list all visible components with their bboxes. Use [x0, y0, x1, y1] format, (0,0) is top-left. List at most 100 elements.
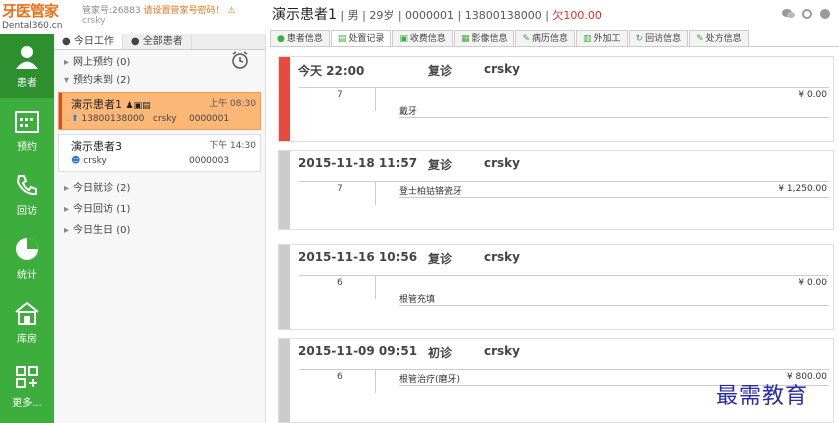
tab-outsource[interactable]: ▥ 外加工	[576, 30, 628, 46]
user-icon: ●	[277, 34, 285, 44]
tooth-chart-divider	[375, 87, 376, 111]
nav-item-appointments[interactable]: 预约	[0, 98, 54, 162]
card-time: 上午 08:30	[209, 99, 256, 109]
treatment-price: ¥ 0.00	[798, 90, 827, 100]
record-header: 2015-11-18 11:57 复诊 crsky	[298, 156, 520, 172]
gear-icon[interactable]	[801, 8, 813, 20]
card-code: 0000001	[189, 114, 230, 124]
tab-treatment-records[interactable]: ▤ 处置记录	[330, 30, 392, 46]
record-status-bar	[279, 339, 290, 422]
divider	[299, 181, 829, 182]
record-header: 2015-11-16 10:56 复诊 crsky	[298, 250, 520, 266]
card-highlight	[59, 93, 62, 129]
record-status-bar	[279, 57, 290, 141]
record-status-bar	[279, 245, 290, 329]
tab-image-info[interactable]: ▦ 影像信息	[453, 30, 515, 46]
record-type: 初诊	[428, 346, 453, 360]
brand-url: Dental360.cn	[2, 21, 63, 31]
chevron-right-icon: ▸	[64, 204, 70, 215]
divider	[399, 197, 829, 198]
tab-all-patients[interactable]: ● 全部患者	[123, 34, 192, 49]
record-doctor: crsky	[484, 62, 520, 76]
top-icons	[781, 8, 831, 20]
record-card[interactable]: 2015-11-18 11:57 复诊 crsky 7 登士柏钴铬瓷牙 ¥ 1,…	[278, 150, 834, 230]
tooth-number: 6	[337, 278, 343, 288]
patient-card[interactable]: 演示患者3 下午 14:30 ☻ crsky 0000003	[58, 134, 261, 172]
chevron-right-icon: ▸	[64, 57, 70, 68]
nav-label: 预约	[17, 141, 37, 153]
nav-item-warehouse[interactable]: 库房	[0, 290, 54, 354]
patient-name: 演示患者1	[272, 7, 337, 23]
calendar-icon	[15, 110, 39, 133]
pie-chart-icon	[16, 237, 38, 260]
divider	[299, 369, 829, 370]
divider	[299, 275, 829, 276]
brand-name: 牙医管家	[2, 2, 59, 20]
patient-sex: 男	[347, 9, 359, 22]
account-user: crsky	[82, 16, 106, 26]
brand-logo: 牙医管家 Dental360.cn	[0, 0, 62, 34]
nav-label: 库房	[17, 333, 37, 345]
alarm-clock-icon[interactable]	[230, 50, 250, 70]
tab-fee-info[interactable]: ▣ 收费信息	[392, 30, 453, 46]
record-header: 今天 22:00 复诊 crsky	[298, 62, 520, 79]
password-warning[interactable]: 请设置管家号密码！	[144, 6, 225, 16]
record-status-bar	[279, 151, 290, 229]
record-icon: ▤	[337, 34, 347, 44]
card-name: 演示患者1 ♟▣▤	[71, 98, 151, 111]
tab-followup-info[interactable]: ↻ 回访信息	[628, 30, 689, 46]
patient-list-panel: ● 今日工作 ● 全部患者 ▸ 网上预约 (0) ▾ 预约未到 (2) 演示患者1 …	[54, 34, 266, 423]
account-id: 管家号:26883	[82, 6, 141, 16]
record-card[interactable]: 今天 22:00 复诊 crsky 7 戴牙 ¥ 0.00	[278, 56, 834, 142]
nav-label: 更多...	[12, 397, 42, 409]
tooth-chart-divider	[375, 275, 376, 299]
group-today-birthday[interactable]: ▸ 今日生日 (0)	[54, 222, 265, 240]
tab-patient-info[interactable]: ● 患者信息	[270, 30, 330, 46]
person-icon: ☻	[71, 156, 81, 166]
treatment-item: 戴牙	[399, 107, 418, 117]
patient-age: 29岁	[369, 9, 395, 22]
treatment-item: 根管充填	[399, 295, 436, 305]
close-icon[interactable]	[819, 8, 831, 20]
chat-icon[interactable]	[781, 8, 795, 20]
nav-item-patients[interactable]: 患者	[0, 34, 54, 98]
group-pending-appointments[interactable]: ▾ 预约未到 (2)	[54, 72, 265, 90]
followup-icon: ↻	[635, 34, 644, 44]
group-today-followup[interactable]: ▸ 今日回访 (1)	[54, 201, 265, 219]
chevron-right-icon: ▸	[64, 225, 70, 236]
phone-icon	[16, 174, 37, 195]
nav-item-more[interactable]: 更多...	[0, 354, 54, 418]
process-icon: ▥	[583, 34, 592, 44]
record-date: 今天 22:00	[298, 64, 365, 78]
card-name: 演示患者3	[71, 140, 122, 153]
record-type: 复诊	[428, 252, 453, 266]
patient-card[interactable]: 演示患者1 ♟▣▤ 上午 08:30 ⬆ 13800138000 crsky 0…	[58, 92, 261, 130]
record-header: 2015-11-09 09:51 初诊 crsky	[298, 344, 520, 360]
treatment-price: ¥ 0.00	[798, 278, 827, 288]
treatment-price: ¥ 1,250.00	[778, 184, 827, 194]
group-today-visits[interactable]: ▸ 今日就诊 (2)	[54, 180, 265, 198]
divider	[399, 305, 829, 306]
tab-today-work[interactable]: ● 今日工作	[54, 34, 123, 49]
treatment-records: 今天 22:00 复诊 crsky 7 戴牙 ¥ 0.00 2015-11-18…	[278, 56, 834, 423]
record-date: 2015-11-09 09:51	[298, 344, 418, 358]
record-date: 2015-11-16 10:56	[298, 250, 418, 264]
nav-label: 回访	[17, 205, 37, 217]
tooth-chart-divider	[375, 181, 376, 205]
edit-icon: ✎	[522, 34, 531, 44]
chevron-down-icon: ▾	[64, 75, 70, 86]
nav-label: 患者	[17, 77, 37, 89]
tag-icons: ♟▣▤	[125, 101, 151, 111]
record-date: 2015-11-18 11:57	[298, 156, 418, 170]
record-doctor: crsky	[484, 250, 520, 264]
tab-case-info[interactable]: ✎ 病历信息	[515, 30, 576, 46]
record-card[interactable]: 2015-11-16 10:56 复诊 crsky 6 根管充填 ¥ 0.00	[278, 244, 834, 330]
mid-tabs: ● 今日工作 ● 全部患者	[54, 34, 265, 50]
patient-header: 演示患者1 | 男 | 29岁 | 0000001 | 13800138000 …	[272, 7, 602, 23]
record-tabs: ● 患者信息 ▤ 处置记录 ▣ 收费信息 ▦ 影像信息 ✎ 病历信息 ▥ 外加工 ↻ 回访信息…	[270, 30, 839, 47]
card-sub: ⬆ 13800138000 crsky	[71, 114, 177, 124]
record-type: 复诊	[428, 158, 453, 172]
tab-prescription[interactable]: ✎ 处方信息	[689, 30, 749, 46]
nav-item-stats[interactable]: 统计	[0, 226, 54, 290]
nav-item-followup[interactable]: 回访	[0, 162, 54, 226]
